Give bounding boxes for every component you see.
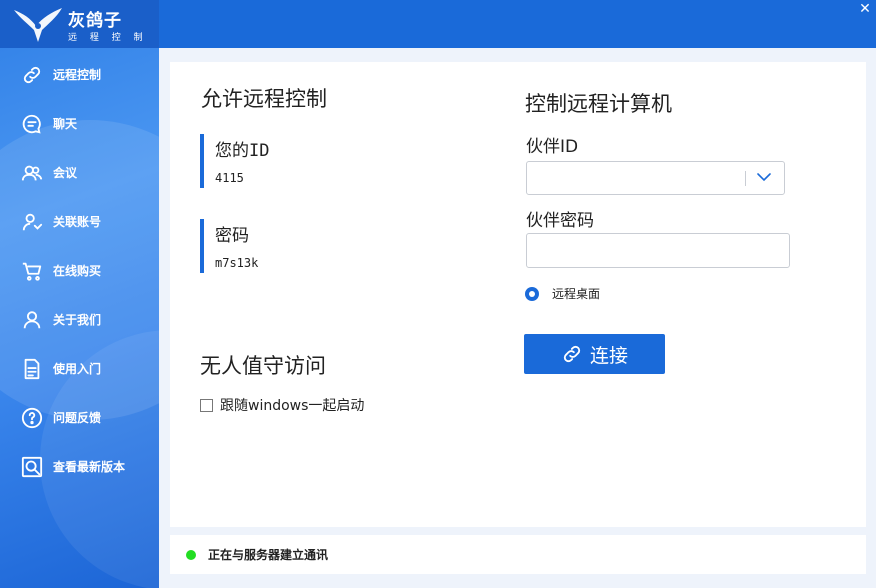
partner-password-label: 伙伴密码 [526, 211, 594, 231]
sidebar: 灰鸽子 远 程 控 制 远程控制 聊天 会议 关联账号 在线购买 关于我们 使用… [0, 0, 159, 588]
password-label: 密码 [215, 226, 249, 246]
sidebar-item-linked-account[interactable]: 关联账号 [0, 197, 159, 246]
password-value: m7s13k [215, 256, 259, 270]
title-bar: ✕ [159, 0, 876, 48]
search-version-icon [20, 455, 44, 479]
partner-id-label: 伙伴ID [526, 137, 579, 157]
allow-remote-title: 允许远程控制 [201, 87, 327, 111]
sidebar-item-label: 聊天 [53, 117, 78, 131]
sidebar-item-meeting[interactable]: 会议 [0, 148, 159, 197]
remote-desktop-label: 远程桌面 [552, 287, 601, 301]
your-id-value: 4115 [215, 171, 244, 185]
link-icon [20, 63, 44, 87]
sidebar-item-chat[interactable]: 聊天 [0, 99, 159, 148]
question-icon [20, 406, 44, 430]
status-indicator [186, 549, 196, 560]
sidebar-nav: 远程控制 聊天 会议 关联账号 在线购买 关于我们 使用入门 问题反馈 查看最新… [0, 50, 159, 491]
sidebar-item-about-us[interactable]: 关于我们 [0, 295, 159, 344]
app-name: 灰鸽子 [68, 11, 122, 31]
status-bar: 正在与服务器建立通讯 [170, 535, 866, 574]
sidebar-item-label: 远程控制 [53, 68, 102, 82]
chat-icon [20, 112, 44, 136]
document-icon [20, 357, 44, 381]
about-us-icon [20, 308, 44, 332]
partner-password-input[interactable] [526, 233, 790, 268]
status-text: 正在与服务器建立通讯 [208, 548, 329, 562]
autostart-option[interactable]: 跟随windows一起启动 [200, 395, 364, 415]
combo-separator [745, 171, 746, 186]
autostart-checkbox[interactable] [200, 398, 213, 412]
connect-label: 连接 [589, 344, 628, 367]
sidebar-item-label: 会议 [53, 166, 78, 180]
control-remote-title: 控制远程计算机 [525, 92, 672, 116]
your-id-label: 您的ID [215, 141, 270, 161]
app-logo: 灰鸽子 远 程 控 制 [0, 0, 159, 48]
password-block: 密码 m7s13k [200, 219, 258, 273]
sidebar-item-label: 关于我们 [53, 313, 102, 327]
remote-desktop-radio[interactable] [525, 286, 539, 301]
sidebar-item-getting-started[interactable]: 使用入门 [0, 344, 159, 393]
close-button[interactable]: ✕ [858, 2, 872, 16]
sidebar-item-label: 使用入门 [53, 362, 102, 376]
connect-button[interactable]: 连接 [524, 334, 665, 374]
pigeon-logo-icon [14, 8, 62, 42]
autostart-label: 跟随windows一起启动 [220, 398, 365, 414]
cart-icon [20, 259, 44, 283]
sidebar-item-label: 问题反馈 [53, 411, 102, 425]
unattended-title: 无人值守访问 [200, 354, 326, 378]
meeting-icon [20, 161, 44, 185]
chevron-down-icon[interactable] [756, 169, 772, 185]
sidebar-item-label: 在线购买 [53, 264, 102, 278]
sidebar-item-latest-version[interactable]: 查看最新版本 [0, 442, 159, 491]
linked-account-icon [20, 210, 44, 234]
sidebar-item-buy-online[interactable]: 在线购买 [0, 246, 159, 295]
app-subtitle: 远 程 控 制 [68, 33, 148, 43]
remote-desktop-option[interactable]: 远程桌面 [525, 285, 600, 302]
sidebar-item-label: 查看最新版本 [53, 460, 126, 474]
sidebar-item-label: 关联账号 [53, 215, 102, 229]
your-id-block: 您的ID 4115 [200, 134, 269, 188]
main-panel [170, 62, 866, 527]
sidebar-item-feedback[interactable]: 问题反馈 [0, 393, 159, 442]
partner-id-combobox[interactable] [526, 161, 785, 195]
link-icon [563, 345, 581, 363]
sidebar-item-remote-control[interactable]: 远程控制 [0, 50, 159, 99]
